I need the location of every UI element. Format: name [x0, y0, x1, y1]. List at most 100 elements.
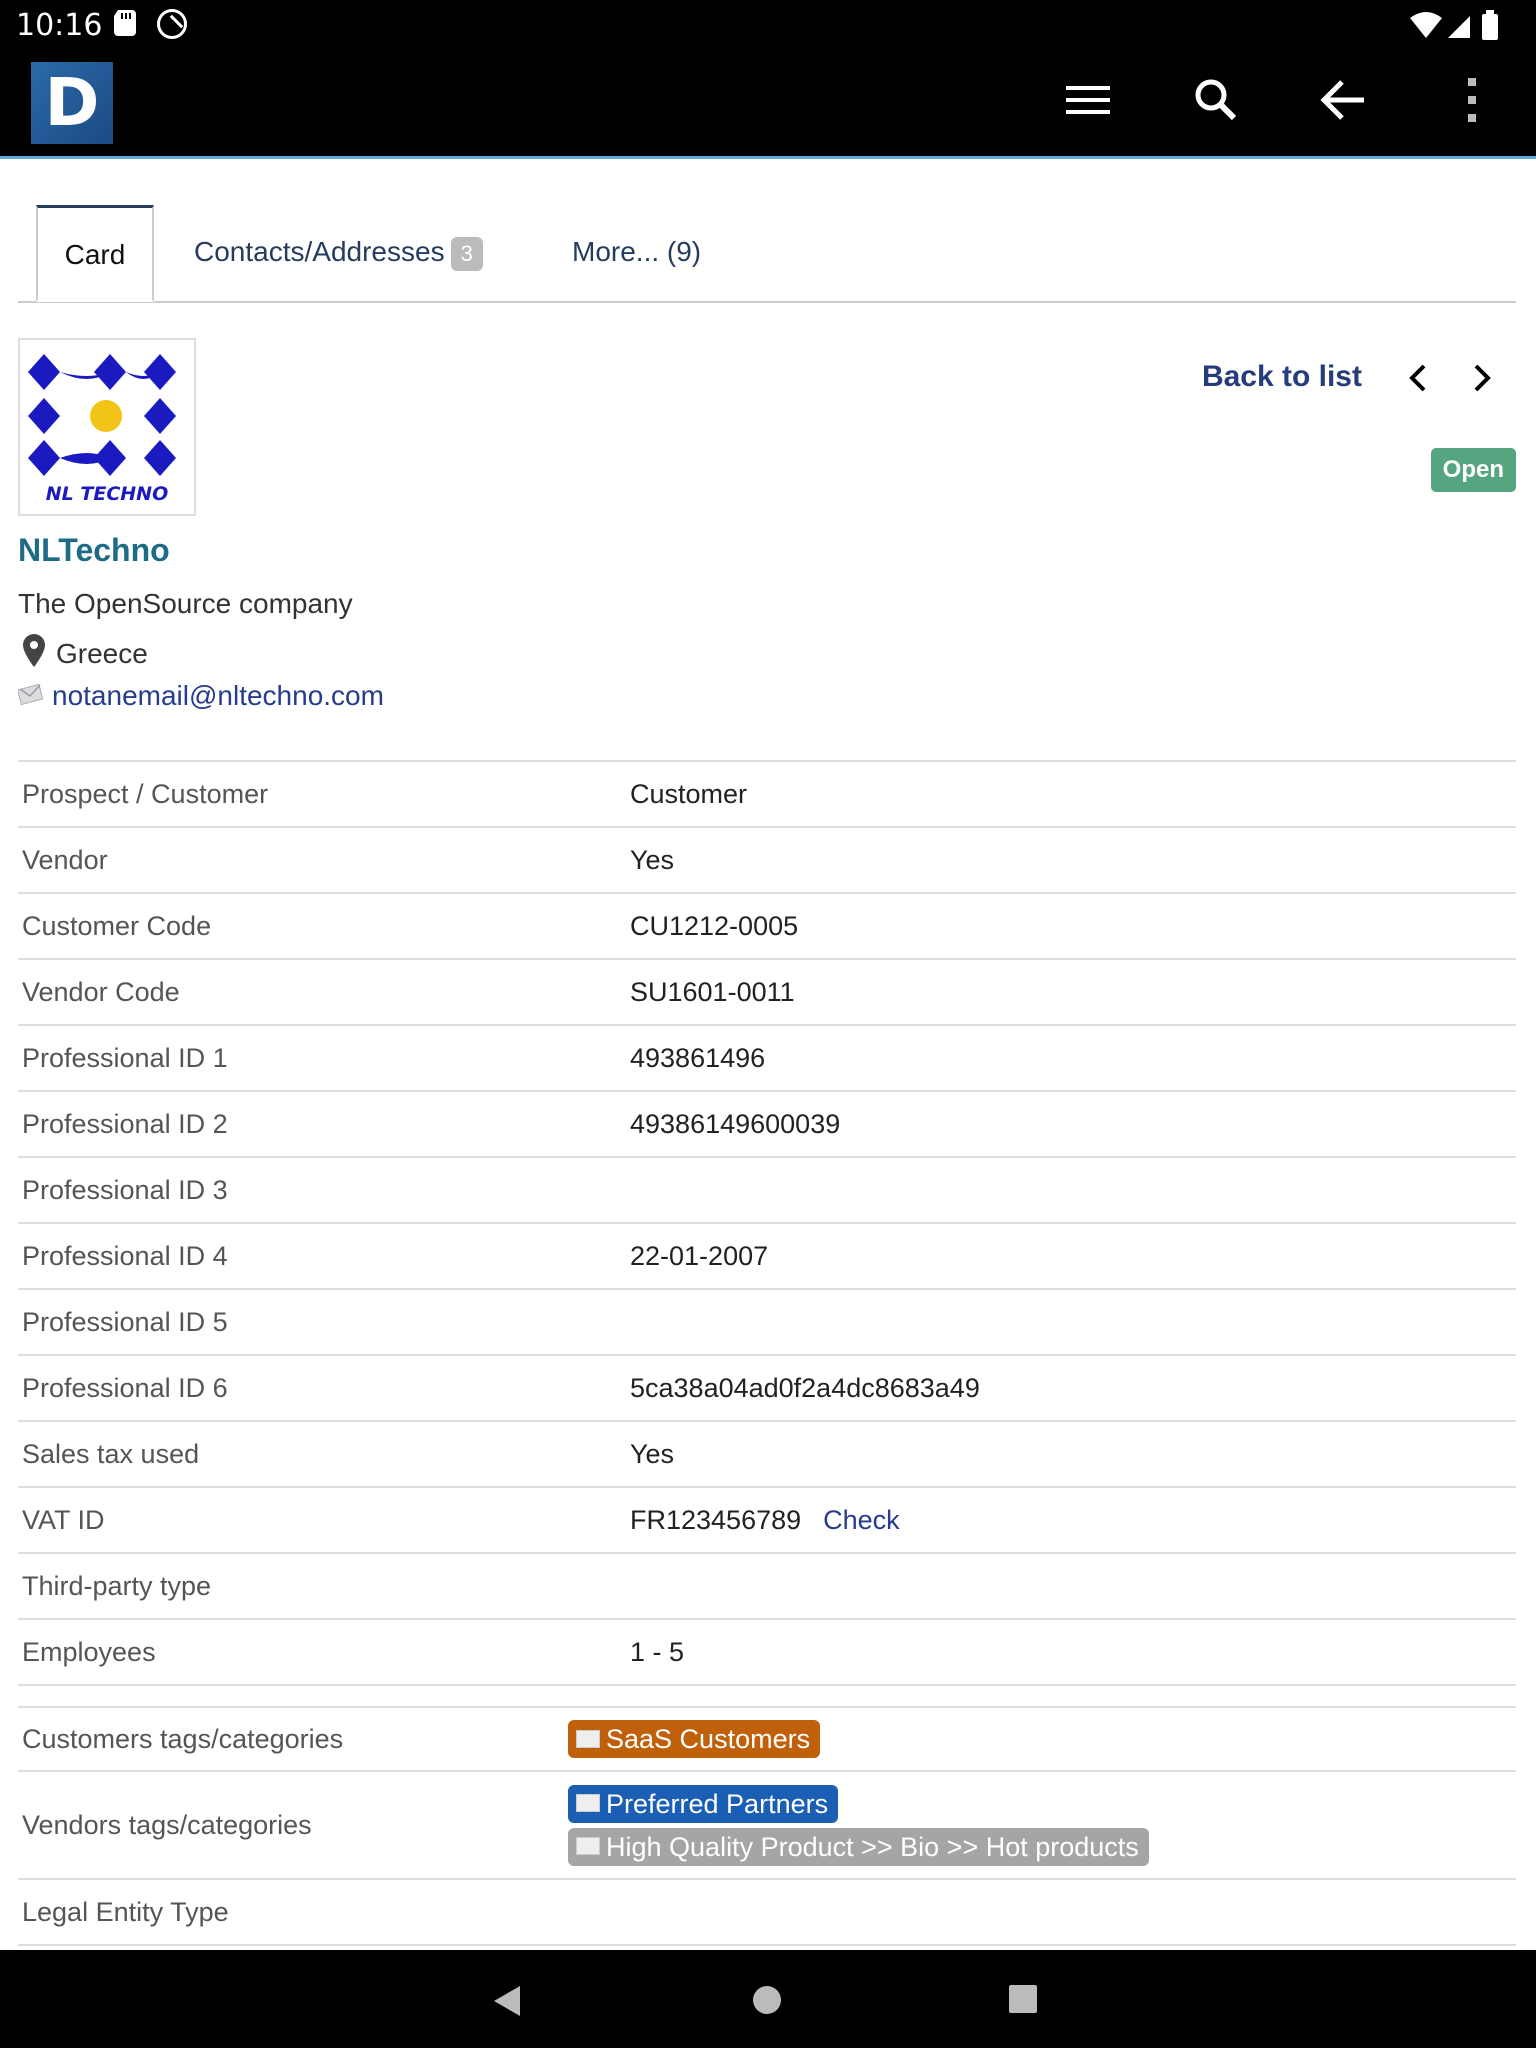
system-nav-bar	[0, 1950, 1536, 2048]
table-row: Vendors tags/categories Preferred Partne…	[18, 1771, 1516, 1880]
property-label: Customer Code	[18, 893, 626, 960]
company-logo[interactable]: NL TECHNO	[18, 338, 196, 516]
tab-contacts-addresses[interactable]: Contacts/Addresses 3	[194, 205, 483, 299]
tab-card[interactable]: Card	[36, 205, 154, 302]
property-label: Third-party type	[18, 1553, 626, 1620]
battery-icon	[1482, 14, 1498, 40]
search-icon[interactable]	[1186, 70, 1246, 130]
table-row: Employees 1 - 5	[18, 1619, 1516, 1686]
status-badge: Open	[1430, 448, 1516, 492]
app-toolbar: D	[0, 48, 1536, 159]
property-value: CU1212-0005	[626, 893, 1516, 960]
category-tag[interactable]: SaaS Customers	[568, 1720, 821, 1758]
sd-card-icon	[114, 10, 136, 36]
folder-icon	[576, 1729, 600, 1748]
property-label: Professional ID 4	[18, 1223, 626, 1290]
property-value	[626, 1553, 1516, 1620]
tab-bar: Card Contacts/Addresses 3 More... (9)	[18, 205, 1516, 303]
nav-home-icon[interactable]	[751, 1984, 783, 2016]
chevron-right-icon[interactable]	[1462, 358, 1502, 398]
property-label: Sales tax used	[18, 1421, 626, 1488]
property-label: Professional ID 1	[18, 1025, 626, 1092]
signal-icon	[1448, 16, 1470, 38]
property-value	[626, 1157, 1516, 1224]
property-value: 5ca38a04ad0f2a4dc8683a49	[626, 1355, 1516, 1422]
table-row: VAT ID FR123456789 Check	[18, 1487, 1516, 1554]
tag-label: High Quality Product >> Bio >> Hot produ…	[606, 1831, 1139, 1862]
status-bar: 10:16	[0, 0, 1536, 48]
back-to-list-link[interactable]: Back to list	[1202, 360, 1362, 394]
wifi-icon	[1410, 12, 1442, 38]
table-row: Prospect / Customer Customer	[18, 761, 1516, 828]
table-row: Legal Entity Type	[18, 1879, 1516, 1946]
category-tag[interactable]: Preferred Partners	[568, 1784, 839, 1823]
property-value: Yes	[626, 1421, 1516, 1488]
table-row: Third-party type	[18, 1553, 1516, 1620]
categories-table: Customers tags/categories SaaS Customers…	[18, 1706, 1516, 1946]
customers-tags-value: SaaS Customers	[564, 1707, 1516, 1772]
property-value-text: Yes	[630, 844, 675, 875]
property-value-text: Yes	[630, 1438, 675, 1469]
more-vert-icon[interactable]	[1442, 70, 1502, 130]
property-label: Professional ID 2	[18, 1091, 626, 1158]
legal-entity-label: Legal Entity Type	[18, 1879, 564, 1946]
table-row: Professional ID 5	[18, 1289, 1516, 1356]
folder-icon	[576, 1837, 600, 1856]
company-country: Greece	[56, 638, 148, 669]
menu-icon[interactable]	[1058, 70, 1118, 130]
property-value-text: FR123456789	[630, 1504, 802, 1535]
property-value: Customer	[626, 761, 1516, 828]
contacts-count-badge: 3	[450, 236, 483, 271]
table-row: Professional ID 6 5ca38a04ad0f2a4dc8683a4…	[18, 1355, 1516, 1422]
property-label: Professional ID 6	[18, 1355, 626, 1422]
do-not-disturb-icon	[157, 9, 187, 39]
company-subtitle: The OpenSource company	[18, 588, 353, 619]
property-label: Prospect / Customer	[18, 761, 626, 828]
property-value: 49386149600039	[626, 1091, 1516, 1158]
folder-icon	[576, 1794, 600, 1813]
property-value	[626, 1289, 1516, 1356]
status-time: 10:16	[16, 8, 103, 43]
vat-check-link[interactable]: Check	[823, 1505, 900, 1535]
property-value-text: CU1212-0005	[630, 910, 799, 941]
company-name: NLTechno	[18, 532, 170, 568]
customers-tags-label: Customers tags/categories	[18, 1707, 564, 1772]
property-value-text: 493861496	[630, 1042, 766, 1073]
table-row: Sales tax used Yes	[18, 1421, 1516, 1488]
map-pin-icon	[23, 634, 45, 667]
vendors-tags-value: Preferred Partners High Quality Product …	[564, 1771, 1516, 1880]
company-email-link[interactable]: notanemail@nltechno.com	[52, 680, 384, 712]
property-label: Employees	[18, 1619, 626, 1686]
property-value: Yes	[626, 827, 1516, 894]
nav-back-icon[interactable]	[490, 1984, 524, 2018]
property-value-text: 49386149600039	[630, 1108, 841, 1139]
property-value-text: SU1601-0011	[630, 976, 795, 1007]
property-value: FR123456789 Check	[626, 1487, 1516, 1554]
app-logo[interactable]: D	[31, 62, 113, 144]
nav-recents-icon[interactable]	[1008, 1984, 1038, 2014]
property-label: Professional ID 5	[18, 1289, 626, 1356]
tag-label: Preferred Partners	[606, 1788, 829, 1819]
property-label: Vendor	[18, 827, 626, 894]
category-tag[interactable]: High Quality Product >> Bio >> Hot produ…	[568, 1827, 1149, 1866]
property-label: Professional ID 3	[18, 1157, 626, 1224]
system-status-icons	[1410, 10, 1498, 40]
table-row: Professional ID 3	[18, 1157, 1516, 1224]
property-label: Vendor Code	[18, 959, 626, 1026]
tab-label: Contacts/Addresses	[194, 236, 445, 267]
table-row: Vendor Code SU1601-0011	[18, 959, 1516, 1026]
vendors-tags-label: Vendors tags/categories	[18, 1771, 564, 1880]
property-value-text: 22-01-2007	[630, 1240, 769, 1271]
property-value-text: 5ca38a04ad0f2a4dc8683a49	[630, 1372, 980, 1403]
arrow-back-icon[interactable]	[1314, 70, 1374, 130]
properties-table: Prospect / Customer Customer Vendor Yes Cust…	[18, 760, 1516, 1686]
chevron-left-icon[interactable]	[1398, 358, 1438, 398]
property-value: 493861496	[626, 1025, 1516, 1092]
table-row: Customers tags/categories SaaS Customers	[18, 1707, 1516, 1772]
property-value-text: Customer	[630, 778, 748, 809]
email-icon	[18, 684, 44, 706]
logo-wordmark: NL TECHNO	[46, 483, 168, 505]
tab-more[interactable]: More... (9)	[572, 205, 701, 299]
table-row: Professional ID 1 493861496	[18, 1025, 1516, 1092]
property-value-text: 1 - 5	[630, 1636, 685, 1667]
